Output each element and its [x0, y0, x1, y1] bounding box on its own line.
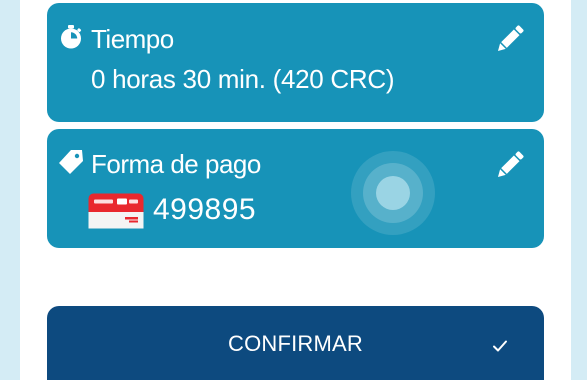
touch-ripple-core [376, 176, 410, 210]
confirm-button[interactable]: CONFIRMAR [47, 306, 544, 380]
stopwatch-icon [58, 24, 84, 55]
pencil-icon[interactable] [492, 147, 528, 183]
confirm-label: CONFIRMAR [227, 331, 363, 356]
tag-icon [58, 149, 84, 180]
time-title: Tiempo [91, 24, 174, 54]
touch-ripple-inner [363, 163, 423, 223]
check-icon [492, 339, 508, 353]
touch-ripple [351, 151, 435, 235]
payment-card[interactable]: Forma de pago 499895 [47, 129, 544, 248]
payment-title: Forma de pago [91, 149, 261, 179]
pencil-icon[interactable] [492, 21, 528, 57]
credomatic-bac-card-logo [88, 193, 144, 229]
time-value: 0 horas 30 min. (420 CRC) [91, 64, 395, 94]
card-number: 499895 [153, 193, 257, 226]
time-card[interactable]: Tiempo 0 horas 30 min. (420 CRC) [47, 3, 544, 122]
